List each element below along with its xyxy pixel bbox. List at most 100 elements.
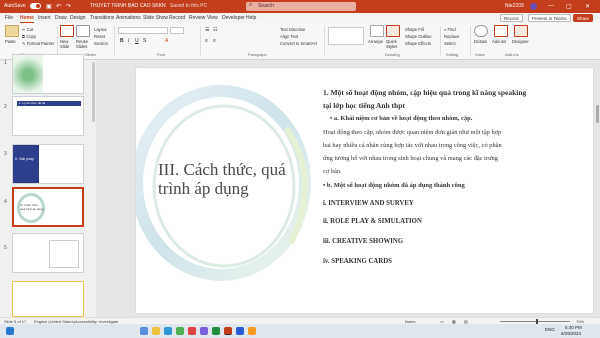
text-direction-button[interactable]: Text Direction <box>280 27 305 32</box>
find-button[interactable]: ⌕ Find <box>444 27 456 32</box>
quick-styles-button[interactable]: Quick Styles <box>386 39 402 49</box>
shapes-gallery[interactable] <box>328 27 364 45</box>
tab-review[interactable]: Review <box>189 15 205 21</box>
taskbar-app-icon[interactable] <box>200 327 208 335</box>
tab-draw[interactable]: Draw <box>55 15 67 21</box>
tab-insert[interactable]: Insert <box>38 15 51 21</box>
present-in-teams-button[interactable]: Present in Teams <box>528 14 571 22</box>
redo-icon[interactable]: ↷ <box>66 3 71 10</box>
list-item[interactable]: ii. ROLE PLAY & SIMULATION <box>323 218 422 225</box>
list-item[interactable]: i. INTERVIEW AND SURVEY <box>323 200 414 207</box>
taskbar-app-icon[interactable] <box>248 327 256 335</box>
slide-thumbnail-1[interactable] <box>12 54 84 94</box>
taskbar-app-icon[interactable] <box>188 327 196 335</box>
reuse-slides-icon[interactable] <box>76 25 90 37</box>
cut-button[interactable]: ✂ Cut <box>22 27 33 32</box>
designer-icon[interactable] <box>514 25 528 37</box>
paragraph-line[interactable]: cơ bản. <box>323 168 342 175</box>
current-slide[interactable]: III. Cách thức, quá trình áp dụng 1. Một… <box>136 68 593 313</box>
numbering-icon[interactable]: ☷ <box>213 27 217 33</box>
bullets-icon[interactable]: ☰ <box>205 27 209 33</box>
save-icon[interactable]: ▣ <box>46 3 52 10</box>
font-size-field[interactable] <box>170 27 184 34</box>
align-center-icon[interactable]: ≡ <box>213 38 216 44</box>
align-text-button[interactable]: Align Text <box>280 34 298 39</box>
slide-thumbnail-3[interactable]: II. Giải pháp <box>12 144 84 184</box>
replace-button[interactable]: Replace <box>444 34 459 39</box>
clock-date[interactable]: 6/29/2024 <box>561 331 581 336</box>
shape-fill-button[interactable]: Shape Fill <box>405 27 424 32</box>
undo-icon[interactable]: ↶ <box>56 3 61 10</box>
folder-icon[interactable] <box>152 327 160 335</box>
language-indicator[interactable]: ENG <box>545 327 555 332</box>
list-item[interactable]: iii. CREATIVE SHOWING <box>323 238 403 245</box>
powerpoint-icon[interactable] <box>224 327 232 335</box>
tab-view[interactable]: View <box>207 15 218 21</box>
heading-1[interactable]: 1. Một số hoạt động nhóm, cặp hiệu quả t… <box>323 88 526 97</box>
paste-button[interactable]: Paste <box>5 39 16 44</box>
shape-outline-button[interactable]: Shape Outline <box>405 34 432 39</box>
paste-icon[interactable] <box>5 25 19 37</box>
font-name-field[interactable] <box>118 27 168 34</box>
slide-thumbnail-4[interactable]: III. Cách thức, quá trình áp dụng <box>12 187 84 227</box>
slide-title[interactable]: III. Cách thức, quá trình áp dụng <box>158 160 308 198</box>
heading-1-cont[interactable]: tại lớp học tiếng Anh thpt <box>323 101 405 110</box>
slide-thumbnail-6[interactable] <box>12 281 84 317</box>
bullet-a[interactable]: • a. Khái niệm cơ bản về hoạt động theo … <box>330 115 472 122</box>
share-button[interactable]: Share <box>573 14 594 22</box>
designer-button[interactable]: Designer <box>512 39 529 44</box>
search-box[interactable]: ⌕ Search <box>246 2 356 11</box>
list-item[interactable]: iv. SPEAKING CARDS <box>323 258 392 265</box>
minimize-icon[interactable]: — <box>548 3 554 9</box>
taskbar-app-icon[interactable] <box>140 327 148 335</box>
new-slide-icon[interactable] <box>60 25 74 37</box>
align-left-icon[interactable]: ≡ <box>205 38 208 44</box>
section-button[interactable]: Section <box>94 41 108 46</box>
tab-developer[interactable]: Developer <box>222 15 245 21</box>
slide-scrollbar[interactable] <box>596 105 599 123</box>
excel-icon[interactable] <box>212 327 220 335</box>
windows-start-icon[interactable] <box>6 327 14 335</box>
paragraph-line[interactable]: Hoạt động theo cặp, nhóm được quan niệm … <box>323 129 501 136</box>
format-painter-button[interactable]: ✎ Format Painter <box>22 41 54 46</box>
clock-time[interactable]: 5:40 PM <box>565 325 582 330</box>
maximize-icon[interactable]: ▢ <box>566 3 572 10</box>
arrange-icon[interactable] <box>370 25 384 37</box>
slide-thumbnail-5[interactable] <box>12 233 84 273</box>
select-button[interactable]: Select <box>444 41 456 46</box>
new-slide-button[interactable]: New Slide <box>60 39 76 49</box>
tab-slide-show[interactable]: Slide Show <box>143 15 168 21</box>
autosave-toggle[interactable] <box>30 3 41 9</box>
tab-help[interactable]: Help <box>246 15 256 21</box>
tab-animations[interactable]: Animations <box>116 15 141 21</box>
copy-button[interactable]: ⧉ Copy <box>22 34 36 39</box>
microphone-icon[interactable] <box>474 25 488 37</box>
word-icon[interactable] <box>236 327 244 335</box>
arrange-button[interactable]: Arrange <box>368 39 383 44</box>
tab-home[interactable]: Home <box>20 15 34 23</box>
close-icon[interactable]: ✕ <box>585 3 590 10</box>
slide-thumbnail-2[interactable]: 1. Lý do chọn đề tài <box>12 96 84 136</box>
addins-button[interactable]: Add-ins <box>492 39 506 44</box>
italic-icon[interactable]: I <box>128 38 129 44</box>
zoom-slider[interactable] <box>500 321 570 322</box>
avatar[interactable] <box>530 3 537 10</box>
thumbnails-scrollbar[interactable] <box>92 62 95 122</box>
addins-icon[interactable] <box>494 25 508 37</box>
shape-effects-button[interactable]: Shape Effects <box>405 41 431 46</box>
strikethrough-icon[interactable]: S <box>143 38 146 44</box>
tab-record[interactable]: Record <box>169 15 185 21</box>
tab-design[interactable]: Design <box>70 15 86 21</box>
tab-file[interactable]: File <box>5 15 13 21</box>
record-button[interactable]: Record <box>500 14 523 22</box>
tab-transitions[interactable]: Transitions <box>90 15 114 21</box>
bullet-b[interactable]: • b. Một số hoạt động nhóm đã áp dụng th… <box>323 182 465 189</box>
bold-icon[interactable]: B <box>120 38 124 44</box>
layout-button[interactable]: Layout <box>94 27 107 32</box>
taskbar-app-icon[interactable] <box>176 327 184 335</box>
dictate-button[interactable]: Dictate <box>474 39 487 44</box>
quick-styles-icon[interactable] <box>386 25 400 37</box>
convert-smartart-button[interactable]: Convert to SmartArt <box>280 41 317 46</box>
paragraph-line[interactable]: ứng tương hỗ với nhau trong sinh hoạt ch… <box>323 155 498 162</box>
reset-button[interactable]: Reset <box>94 34 105 39</box>
